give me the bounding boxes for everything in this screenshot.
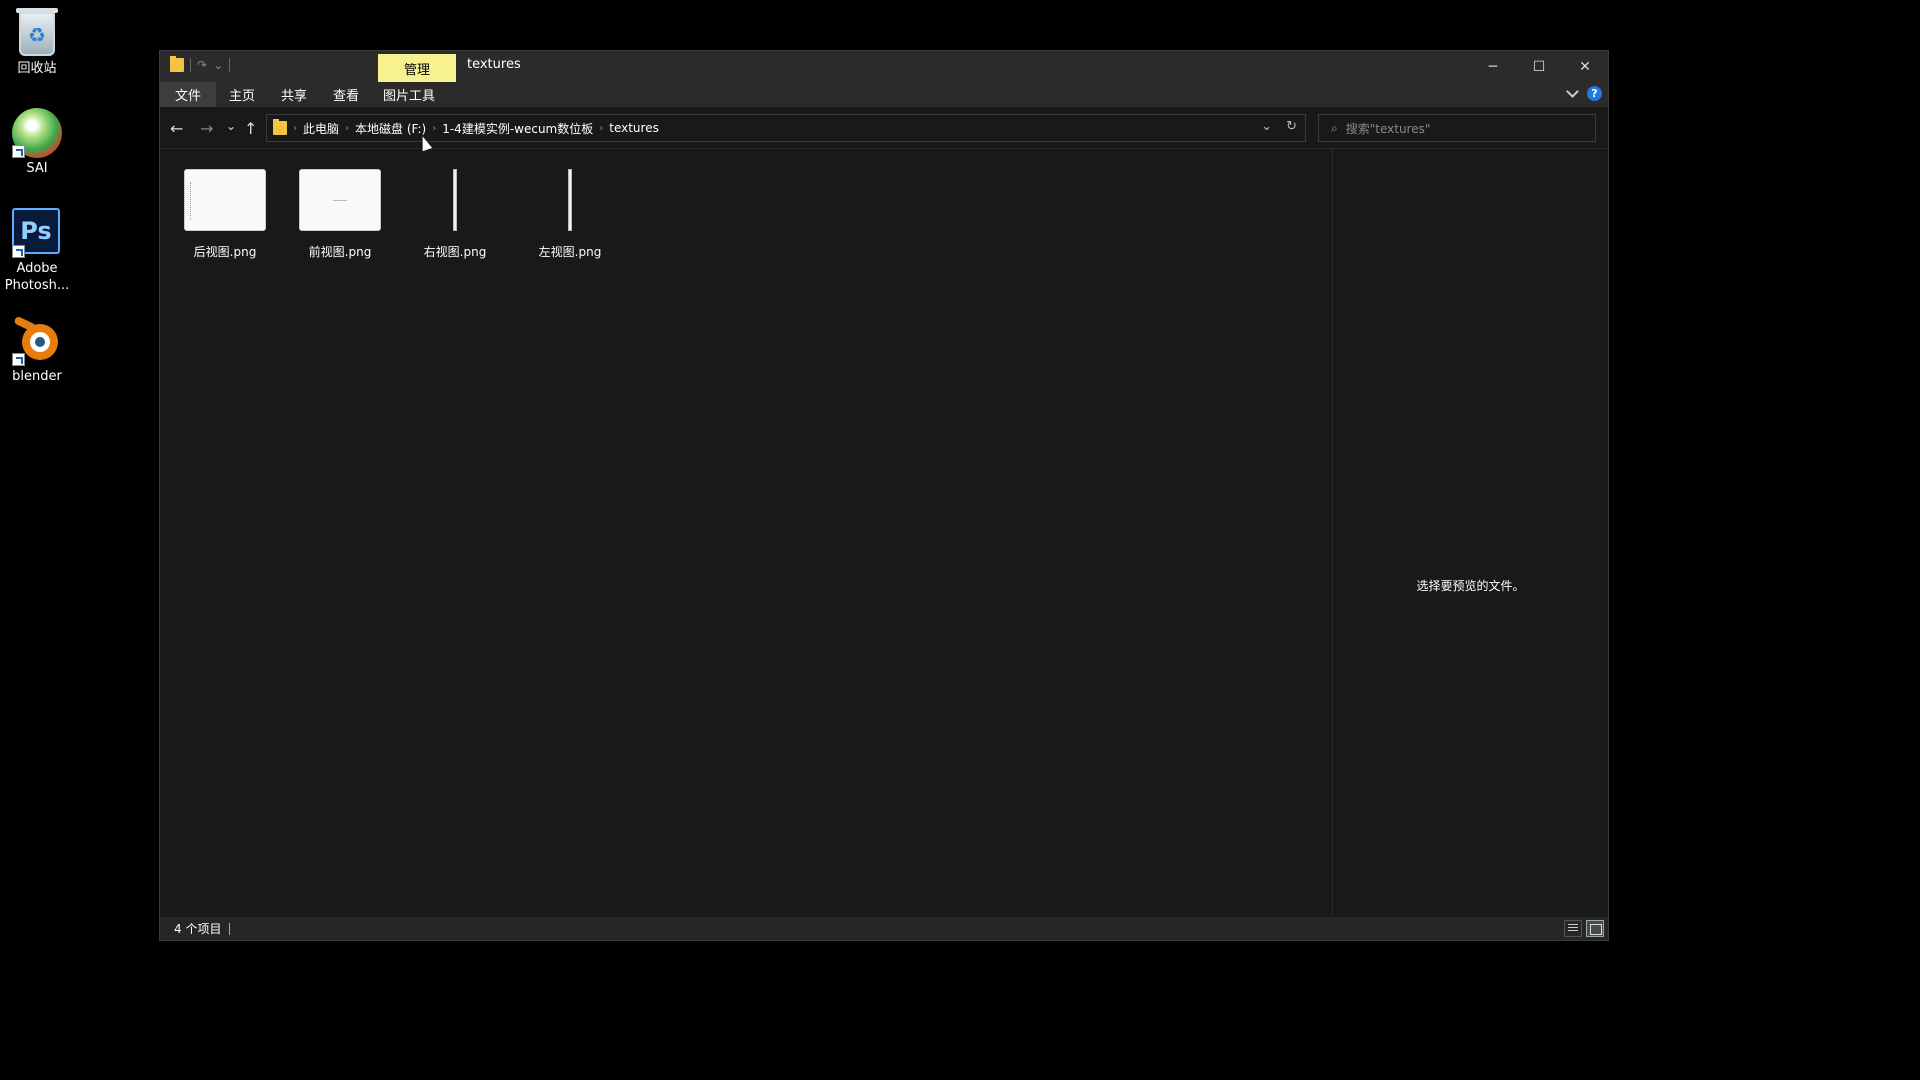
breadcrumb-separator: › [293,122,297,134]
minimize-button[interactable]: ─ [1470,51,1516,82]
status-bar: 4 个项目 [160,917,1608,940]
shortcut-arrow-icon [12,353,25,366]
blender-icon [12,315,62,366]
desktop-icon-sai[interactable]: SAI [4,108,70,177]
image-thumbnail [184,169,266,231]
sai-icon [12,108,62,158]
large-icons-view-button[interactable] [1586,920,1604,937]
address-dropdown-icon[interactable]: ⌄ [1261,119,1272,134]
status-divider [229,922,231,935]
close-button[interactable]: ✕ [1562,51,1608,82]
file-item[interactable]: 左视图.png [515,169,625,269]
redo-icon[interactable]: ↷ [197,58,207,72]
expand-ribbon-icon[interactable] [1566,85,1579,98]
file-name: 后视图.png [193,245,257,259]
address-controls: ⌄ ↻ [1261,119,1297,134]
breadcrumb-project-folder[interactable]: 1-4建模实例-wecum数位板 [442,120,593,137]
search-placeholder: 搜索"textures" [1345,121,1431,136]
desktop-icon-label: Adobe Photosh... [4,261,70,293]
file-item[interactable]: 后视图.png [170,169,280,269]
ribbon-tabs: 文件 主页 共享 查看 图片工具 ? [160,82,1608,107]
desktop-icon-blender[interactable]: blender [4,315,70,385]
desktop-icon-label: 回收站 [17,61,57,76]
desktop-icon-recycle-bin[interactable]: 回收站 [4,8,70,77]
preview-placeholder-text: 选择要预览的文件。 [1416,579,1525,593]
breadcrumb-separator: › [345,122,350,134]
folder-icon [170,56,184,72]
search-icon: ⌕ [1331,120,1338,135]
quick-access-toolbar: ↷ ⌄ [170,56,231,72]
tab-view[interactable]: 查看 [320,82,372,107]
maximize-button[interactable]: ☐ [1516,51,1562,82]
explorer-window: ↷ ⌄ 管理 textures ─ ☐ ✕ 文件 主页 共享 查看 图片工具 ?… [159,50,1609,941]
breadcrumb-local-disk[interactable]: 本地磁盘 (F:) [355,120,426,137]
toolbar-divider [190,58,191,72]
view-toggle [1564,920,1604,937]
image-thumbnail [414,169,496,231]
file-item[interactable]: 前视图.png [285,169,395,269]
title-bar[interactable]: ↷ ⌄ 管理 textures ─ ☐ ✕ [160,51,1608,82]
tab-share[interactable]: 共享 [268,82,320,107]
breadcrumb-textures[interactable]: textures [609,121,659,135]
tab-file[interactable]: 文件 [160,82,216,107]
tab-picture-tools[interactable]: 图片工具 [372,82,446,107]
file-item[interactable]: 右视图.png [400,169,510,269]
window-title: textures [467,57,521,72]
image-thumbnail [529,169,611,231]
folder-icon [273,119,287,135]
photoshop-icon: Ps [12,208,62,258]
file-name: 左视图.png [538,245,602,259]
shortcut-arrow-icon [12,145,25,158]
desktop-icon-label: SAI [26,161,48,176]
refresh-icon[interactable]: ↻ [1286,119,1297,134]
breadcrumb-separator: › [599,122,604,134]
image-thumbnail [299,169,381,231]
breadcrumb-this-pc[interactable]: 此电脑 [303,120,339,137]
navigation-bar: ← → ⌄ ↑ › 此电脑 › 本地磁盘 (F:) › 1-4建模实例-wecu… [160,107,1608,149]
item-count: 4 个项目 [174,922,222,936]
back-arrow-icon[interactable]: ← [170,119,183,138]
desktop-icon-photoshop[interactable]: Ps Adobe Photosh... [4,208,70,294]
shortcut-arrow-icon [12,245,25,258]
forward-arrow-icon[interactable]: → [200,119,213,138]
details-view-button[interactable] [1564,920,1582,937]
customize-toolbar-icon[interactable]: ⌄ [213,58,223,72]
manage-tab[interactable]: 管理 [378,54,456,82]
search-input[interactable]: ⌕ 搜索"textures" [1318,114,1596,142]
desktop-icon-label: blender [12,369,62,384]
toolbar-divider [229,58,231,72]
help-icon[interactable]: ? [1587,86,1602,101]
ribbon-controls: ? [1566,85,1602,101]
breadcrumb-separator: › [432,122,437,134]
recycle-bin-icon [12,8,62,58]
preview-pane: 选择要预览的文件。 [1332,149,1608,919]
file-list: 后视图.png 前视图.png 右视图.png 左视图.png [160,149,1332,919]
up-arrow-icon[interactable]: ↑ [244,119,257,138]
file-name: 前视图.png [308,245,372,259]
tab-home[interactable]: 主页 [216,82,268,107]
recent-locations-icon[interactable]: ⌄ [226,119,236,133]
file-name: 右视图.png [423,245,487,259]
